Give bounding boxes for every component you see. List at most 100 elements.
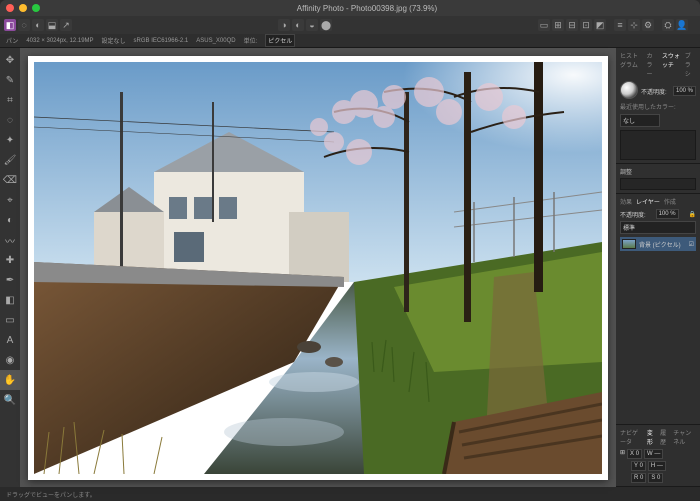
- selection-add-button[interactable]: ⊞: [552, 19, 564, 31]
- document-dimensions: 4032 × 3024px, 12.19MP: [26, 38, 93, 44]
- opacity-label: 不透明度:: [641, 87, 667, 96]
- healing-brush-tool[interactable]: ✚: [0, 250, 20, 270]
- auto-contrast-button[interactable]: ◐: [292, 19, 304, 31]
- zoom-tool[interactable]: 🔍: [0, 390, 20, 410]
- clone-brush-tool[interactable]: ⌖: [0, 190, 20, 210]
- selection-brush-tool[interactable]: ◌: [0, 110, 20, 130]
- color-well[interactable]: [620, 81, 638, 99]
- transform-h[interactable]: H —: [648, 461, 666, 471]
- layers-tab[interactable]: レイヤー: [636, 197, 660, 206]
- dodge-brush-tool[interactable]: ◐: [0, 210, 20, 230]
- auto-colors-button[interactable]: ◒: [306, 19, 318, 31]
- auto-levels-button[interactable]: ◑: [278, 19, 290, 31]
- tools-panel: ✥✎⌗◌✦🖌⌫⌖◐〰✚✒◧▭A◉✋🔍: [0, 48, 20, 487]
- snapping-button[interactable]: ⊹: [628, 19, 640, 31]
- quick-mask-button[interactable]: ◩: [594, 19, 606, 31]
- view-tool[interactable]: ✋: [0, 370, 20, 390]
- adjustments-tab[interactable]: 調整: [620, 167, 696, 176]
- main-area: ✥✎⌗◌✦🖌⌫⌖◐〰✚✒◧▭A◉✋🔍: [0, 48, 700, 487]
- account-button[interactable]: 👤: [676, 19, 688, 31]
- transform-r[interactable]: R 0: [631, 473, 646, 483]
- color-panel-tabs: ヒストグラム カラー スウォッチ ブラシ: [620, 51, 696, 78]
- selection-subtract-button[interactable]: ⊟: [566, 19, 578, 31]
- export-persona-button[interactable]: ↗: [60, 19, 72, 31]
- selection-intersect-button[interactable]: ⊡: [580, 19, 592, 31]
- arrange-button[interactable]: ≡: [614, 19, 626, 31]
- layer-name: 背景 (ピクセル): [639, 240, 681, 249]
- persona-group: ◧ ◌ ◐ ⬓ ↗: [4, 19, 72, 31]
- transform-s[interactable]: S 0: [648, 473, 663, 483]
- effects-tab[interactable]: 効果: [620, 197, 632, 206]
- anchor-widget[interactable]: ⊞: [620, 449, 625, 459]
- layer-opacity-label: 不透明度:: [620, 210, 646, 219]
- layers-panel: 効果 レイヤー 作成 不透明度: 100 % 🔒 標準 背景 (ピクセル) ☑: [616, 194, 700, 425]
- photo-content: [34, 62, 602, 474]
- adjustments-list[interactable]: [620, 178, 696, 190]
- document-dpi: 設定なし: [102, 36, 126, 45]
- auto-wb-button[interactable]: ⬤: [320, 19, 332, 31]
- swatch-grid[interactable]: [620, 130, 696, 160]
- swatches-panel: ヒストグラム カラー スウォッチ ブラシ 不透明度: 100 % 最近使用したカ…: [616, 48, 700, 164]
- transform-panel-tabs: ナビゲータ 変形 履歴 チャンネル: [620, 428, 696, 446]
- histogram-tab[interactable]: ヒストグラム: [620, 51, 643, 78]
- center-toolbar-group: ◑ ◐ ◒ ⬤: [278, 19, 332, 31]
- photo-persona-button[interactable]: ◧: [4, 19, 16, 31]
- artistic-text-tool[interactable]: ✎: [0, 70, 20, 90]
- opacity-value[interactable]: 100 %: [673, 86, 696, 96]
- liquify-persona-button[interactable]: ◌: [18, 19, 30, 31]
- paint-brush-tool[interactable]: 🖌: [0, 150, 20, 170]
- assistant-button[interactable]: ⚙: [642, 19, 654, 31]
- layers-panel-tabs: 効果 レイヤー 作成: [620, 197, 696, 206]
- selection-group: ▭ ⊞ ⊟ ⊡ ◩: [538, 19, 606, 31]
- transform-w[interactable]: W —: [644, 449, 663, 459]
- navigator-tab[interactable]: ナビゲータ: [620, 428, 643, 446]
- gradient-tool[interactable]: ◧: [0, 290, 20, 310]
- erase-brush-tool[interactable]: ⌫: [0, 170, 20, 190]
- color-tab[interactable]: カラー: [647, 51, 658, 78]
- pen-tool[interactable]: ✒: [0, 270, 20, 290]
- selection-new-button[interactable]: ▭: [538, 19, 550, 31]
- studio-panels: ヒストグラム カラー スウォッチ ブラシ 不透明度: 100 % 最近使用したカ…: [616, 48, 700, 487]
- smudge-brush-tool[interactable]: 〰: [0, 230, 20, 250]
- swatches-tab[interactable]: スウォッチ: [662, 51, 681, 78]
- navigator-panel: ナビゲータ 変形 履歴 チャンネル ⊞ X 0 W — Y 0 H — R 0 …: [616, 425, 700, 487]
- camera-model: ASUS_X00QD: [196, 38, 235, 44]
- layer-row[interactable]: 背景 (ピクセル) ☑: [620, 237, 696, 251]
- text-tool[interactable]: A: [0, 330, 20, 350]
- history-tab[interactable]: 履歴: [660, 428, 669, 446]
- channels-tab[interactable]: チャンネル: [673, 428, 696, 446]
- rectangle-tool[interactable]: ▭: [0, 310, 20, 330]
- lock-icon[interactable]: 🔒: [689, 211, 696, 218]
- units-dropdown[interactable]: ピクセル: [265, 34, 295, 47]
- transform-y[interactable]: Y 0: [631, 461, 646, 471]
- minimize-window-button[interactable]: [19, 4, 27, 12]
- color-picker-tool[interactable]: ◉: [0, 350, 20, 370]
- recent-colors-label: 最近使用したカラー:: [620, 102, 696, 111]
- preferences-button[interactable]: ⛭: [662, 19, 674, 31]
- crop-tool[interactable]: ⌗: [0, 90, 20, 110]
- layer-thumbnail: [622, 239, 636, 249]
- transform-x[interactable]: X 0: [627, 449, 642, 459]
- styles-tab[interactable]: 作成: [664, 197, 676, 206]
- window-controls: [6, 4, 40, 12]
- document-canvas[interactable]: [28, 56, 608, 480]
- develop-persona-button[interactable]: ◐: [32, 19, 44, 31]
- units-label: 単位:: [244, 36, 258, 45]
- blend-mode-dropdown[interactable]: 標準: [620, 221, 696, 234]
- brushes-tab[interactable]: ブラシ: [685, 51, 696, 78]
- flood-select-tool[interactable]: ✦: [0, 130, 20, 150]
- layer-opacity-value[interactable]: 100 %: [656, 209, 679, 219]
- tone-persona-button[interactable]: ⬓: [46, 19, 58, 31]
- layer-visibility-checkbox[interactable]: ☑: [689, 241, 694, 248]
- close-window-button[interactable]: [6, 4, 14, 12]
- move-tool[interactable]: ✥: [0, 50, 20, 70]
- fullscreen-window-button[interactable]: [32, 4, 40, 12]
- main-toolbar: ◧ ◌ ◐ ⬓ ↗ ◑ ◐ ◒ ⬤ ▭ ⊞ ⊟ ⊡ ◩ ≡ ⊹ ⚙ ⛭ 👤: [0, 16, 700, 34]
- swatch-set-dropdown[interactable]: なし: [620, 114, 660, 127]
- canvas-viewport[interactable]: [20, 48, 616, 487]
- context-toolbar: パン 4032 × 3024px, 12.19MP 設定なし sRGB IEC6…: [0, 34, 700, 48]
- status-bar: ドラッグでビューをパンします。: [0, 487, 700, 501]
- transform-tab[interactable]: 変形: [647, 428, 656, 446]
- window-title: Affinity Photo - Photo00398.jpg (73.9%): [40, 4, 694, 13]
- status-hint: ドラッグでビューをパンします。: [6, 490, 96, 499]
